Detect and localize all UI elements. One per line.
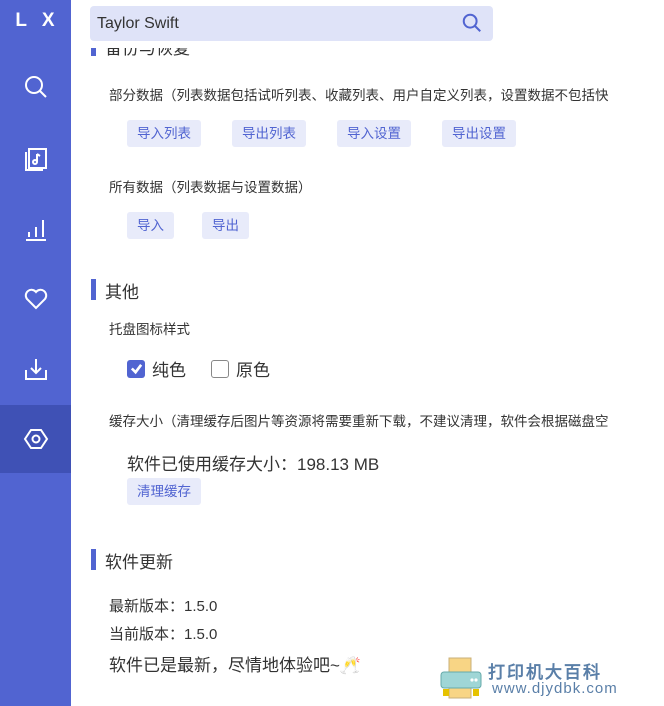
- settings-hex-icon: [23, 429, 48, 449]
- import-all-button[interactable]: 导入: [127, 212, 174, 239]
- all-data-label: 所有数据（列表数据与设置数据）: [109, 180, 312, 195]
- section-title-other: 其他: [91, 278, 139, 303]
- printer-logo-icon: [440, 657, 482, 699]
- export-settings-button[interactable]: 导出设置: [442, 120, 516, 147]
- app-logo: L X: [15, 10, 60, 31]
- bar-chart-icon: [25, 220, 46, 241]
- checkbox-checked[interactable]: [127, 359, 145, 378]
- sidebar-item-settings[interactable]: [0, 405, 71, 473]
- checkbox-unchecked[interactable]: [211, 359, 229, 378]
- partial-data-label: 部分数据（列表数据包括试听列表、收藏列表、用户自定义列表，设置数据不包括快: [109, 88, 609, 103]
- section-title-update: 软件更新: [91, 548, 173, 573]
- cache-used-text: 软件已使用缓存大小：198.13 MB: [127, 455, 380, 474]
- tray-option-label: 纯色: [152, 361, 186, 380]
- search-icon: [462, 13, 481, 32]
- sidebar: L X: [0, 0, 71, 706]
- current-version-text: 当前版本：1.5.0: [109, 626, 218, 643]
- sidebar-item-search[interactable]: [0, 53, 71, 121]
- tray-option-label: 原色: [236, 361, 270, 380]
- import-settings-button[interactable]: 导入设置: [337, 120, 411, 147]
- sidebar-item-download[interactable]: [0, 335, 71, 403]
- checkmark-icon: [130, 364, 142, 375]
- watermark-url: www.djydbk.com: [492, 680, 618, 697]
- tray-icon-style-label: 托盘图标样式: [109, 322, 190, 337]
- import-list-button[interactable]: 导入列表: [127, 120, 201, 147]
- heart-icon: [24, 288, 47, 310]
- update-status-text: 软件已是最新，尽情地体验吧~🥂: [109, 656, 362, 675]
- section-title-backup: 备份与恢复: [91, 48, 190, 59]
- search-button[interactable]: [461, 12, 485, 36]
- tray-option-solid[interactable]: 纯色: [127, 356, 186, 381]
- search-icon: [24, 76, 47, 98]
- latest-version-text: 最新版本：1.5.0: [109, 598, 218, 615]
- sidebar-item-song-list[interactable]: [0, 125, 71, 193]
- music-list-icon: [24, 148, 47, 171]
- clear-cache-button[interactable]: 清理缓存: [127, 478, 201, 505]
- search-bar: [90, 6, 493, 41]
- sidebar-item-my-list[interactable]: [0, 265, 71, 333]
- cache-size-label: 缓存大小（清理缓存后图片等资源将需要重新下载，不建议清理，软件会根据磁盘空: [109, 414, 609, 429]
- download-icon: [24, 359, 47, 380]
- search-input[interactable]: [90, 6, 450, 41]
- export-list-button[interactable]: 导出列表: [232, 120, 306, 147]
- settings-content: 备份与恢复 部分数据（列表数据包括试听列表、收藏列表、用户自定义列表，设置数据不…: [71, 48, 664, 706]
- tray-option-original[interactable]: 原色: [211, 356, 270, 381]
- export-all-button[interactable]: 导出: [202, 212, 249, 239]
- watermark: 打印机大百科 www.djydbk.com: [436, 650, 664, 706]
- sidebar-item-leaderboard[interactable]: [0, 196, 71, 264]
